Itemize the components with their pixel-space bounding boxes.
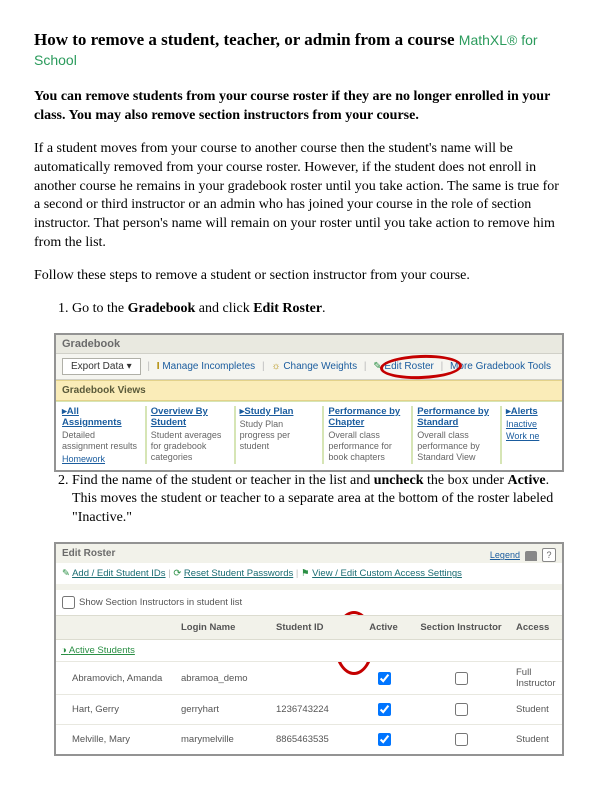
active-students-subheader: ◑ Active Students	[56, 640, 562, 662]
page-title: How to remove a student, teacher, or adm…	[34, 30, 565, 70]
gradebook-views-header: Gradebook Views	[56, 380, 562, 401]
edit-roster-link[interactable]: Edit Roster	[384, 361, 433, 372]
col-perf-chapter: Performance by Chapter Overall class per…	[322, 406, 411, 464]
col-overview: Overview By Student Student averages for…	[145, 406, 234, 464]
reset-passwords-link[interactable]: Reset Student Passwords	[184, 568, 293, 579]
show-section-option: Show Section Instructors in student list	[56, 590, 562, 615]
follow-steps: Follow these steps to remove a student o…	[34, 267, 565, 286]
col-all-assignments: ▸All Assignments Detailed assignment res…	[62, 406, 145, 464]
roster-toolbar: ✎ Add / Edit Student IDs | ⟳ Reset Stude…	[56, 563, 562, 590]
gradebook-screenshot: Gradebook Export Data ▾ | I Manage Incom…	[54, 333, 564, 472]
edit-roster-title: Edit Roster Legend ?	[56, 544, 562, 563]
col-alerts: ▸Alerts Inactive Work ne	[500, 406, 556, 464]
step-1: Go to the Gradebook and click Edit Roste…	[72, 300, 565, 319]
change-weights-link[interactable]: Change Weights	[283, 361, 357, 372]
active-checkbox[interactable]	[378, 672, 391, 685]
title-text: How to remove a student, teacher, or adm…	[34, 30, 455, 49]
help-icon[interactable]: ?	[542, 548, 556, 562]
manage-incompletes-link[interactable]: Manage Incompletes	[162, 361, 255, 372]
table-row: Abramovich, Amanda abramoa_demo Full Ins…	[56, 662, 562, 695]
more-tools-link[interactable]: More Gradebook Tools	[450, 361, 551, 372]
intro-detail: If a student moves from your course to a…	[34, 140, 565, 253]
gradebook-view-columns: ▸All Assignments Detailed assignment res…	[56, 401, 562, 470]
export-data-button[interactable]: Export Data ▾	[62, 358, 141, 375]
roster-table: Login Name Student ID Active Section Ins…	[56, 615, 562, 754]
edit-roster-screenshot: Edit Roster Legend ? ✎ Add / Edit Studen…	[54, 542, 564, 756]
print-icon[interactable]	[525, 551, 537, 561]
section-checkbox[interactable]	[455, 672, 468, 685]
table-header-row: Login Name Student ID Active Section Ins…	[56, 616, 562, 640]
col-study-plan: ▸Study Plan Study Plan progress per stud…	[234, 406, 323, 464]
legend-area: Legend ?	[490, 548, 556, 562]
show-section-checkbox[interactable]	[62, 596, 75, 609]
active-checkbox[interactable]	[378, 733, 391, 746]
step-2: Find the name of the student or teacher …	[72, 472, 565, 529]
gradebook-toolbar: Export Data ▾ | I Manage Incompletes | ☼…	[56, 353, 562, 380]
gradebook-title: Gradebook	[56, 335, 562, 353]
section-checkbox[interactable]	[455, 703, 468, 716]
active-checkbox[interactable]	[378, 703, 391, 716]
section-checkbox[interactable]	[455, 733, 468, 746]
view-access-link[interactable]: View / Edit Custom Access Settings	[312, 568, 462, 579]
table-row: Melville, Mary marymelville 8865463535 S…	[56, 725, 562, 755]
intro-bold: You can remove students from your course…	[34, 88, 565, 126]
add-edit-ids-link[interactable]: Add / Edit Student IDs	[72, 568, 165, 579]
table-row: Hart, Gerry gerryhart 1236743224 Student	[56, 695, 562, 725]
col-perf-standard: Performance by Standard Overall class pe…	[411, 406, 500, 464]
